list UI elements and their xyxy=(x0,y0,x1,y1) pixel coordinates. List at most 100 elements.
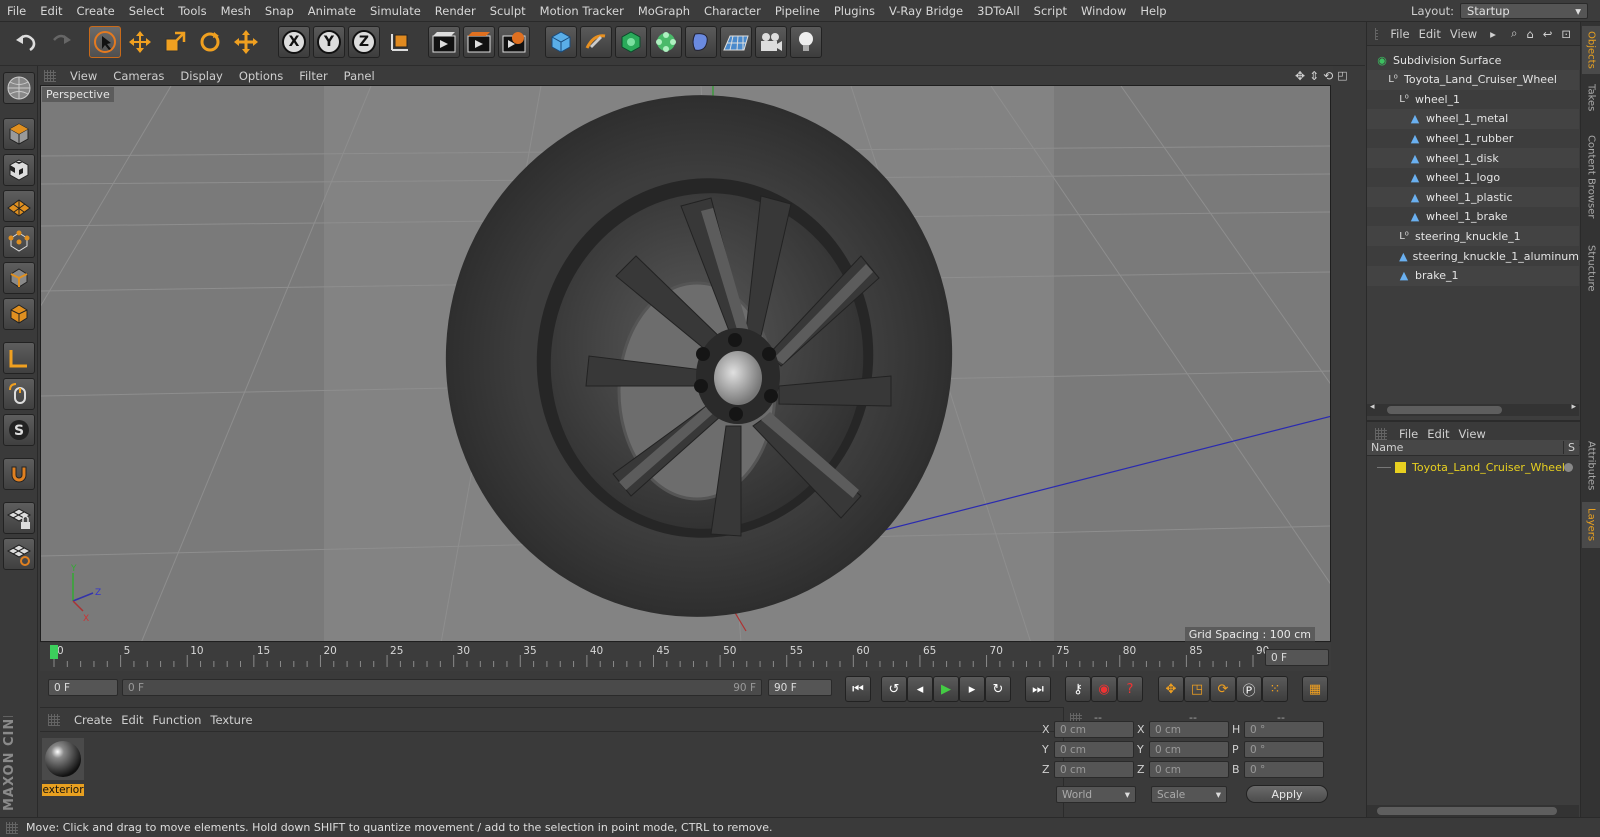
coord-value-field[interactable]: 0 ° xyxy=(1244,721,1324,738)
tree-item[interactable]: ▲ wheel_1_disk xyxy=(1367,148,1579,168)
render-settings-button[interactable] xyxy=(498,26,530,58)
menu-sculpt[interactable]: Sculpt xyxy=(483,4,533,18)
menu-mesh[interactable]: Mesh xyxy=(214,4,258,18)
layer-row[interactable]: Toyota_Land_Cruiser_Wheel xyxy=(1367,458,1579,476)
x-axis-button[interactable]: X xyxy=(278,26,310,58)
material-menu-create[interactable]: Create xyxy=(74,713,121,727)
tab-layers[interactable]: Layers xyxy=(1582,502,1600,548)
tab-objects[interactable]: Objects xyxy=(1582,26,1600,74)
menu-snap[interactable]: Snap xyxy=(258,4,301,18)
redo-button[interactable] xyxy=(45,26,77,58)
enable-axis-button[interactable] xyxy=(3,342,35,374)
menu-edit[interactable]: Edit xyxy=(33,4,69,18)
camera-button[interactable] xyxy=(755,26,787,58)
goto-start-button[interactable]: ⏮ xyxy=(845,676,871,702)
scroll-right-icon[interactable]: ▸ xyxy=(1571,402,1576,412)
coord-value-field[interactable]: 0 cm xyxy=(1054,741,1134,758)
tree-item[interactable]: ▲ wheel_1_brake xyxy=(1367,207,1579,227)
frame-range-slider[interactable]: 0 F 90 F xyxy=(122,679,762,696)
subdivision-button[interactable] xyxy=(615,26,647,58)
viewport-menu-options[interactable]: Options xyxy=(231,69,291,83)
viewport-menu-view[interactable]: View xyxy=(62,69,105,83)
coord-value-field[interactable]: 0 cm xyxy=(1149,721,1229,738)
tree-item[interactable]: ▲ brake_1 xyxy=(1367,265,1579,286)
play-button[interactable]: ▶ xyxy=(933,676,959,702)
material-swatch[interactable]: exterior xyxy=(42,738,84,796)
layer-menu-edit[interactable]: Edit xyxy=(1427,427,1458,441)
move-plus-button[interactable] xyxy=(230,26,262,58)
add-cube-button[interactable] xyxy=(545,26,577,58)
layer-hscrollbar[interactable] xyxy=(1367,805,1579,817)
material-menu-texture[interactable]: Texture xyxy=(210,713,261,727)
model-mode-button[interactable] xyxy=(3,118,35,150)
menu-motion-tracker[interactable]: Motion Tracker xyxy=(533,4,631,18)
texture-mode-button[interactable] xyxy=(3,72,35,104)
timeline-ruler[interactable]: 0 5 10 15 20 25 30 35 40 45 50 55 60 65 70 75 80 85 90 0 F xyxy=(40,643,1331,671)
viewport-menu-filter[interactable]: Filter xyxy=(291,69,335,83)
home-icon[interactable]: ⌂ xyxy=(1526,27,1542,41)
menu-file[interactable]: File xyxy=(0,4,33,18)
coord-space-select[interactable]: World ▾ xyxy=(1056,786,1136,803)
coord-value-field[interactable]: 0 cm xyxy=(1149,741,1229,758)
layer-menu-file[interactable]: File xyxy=(1399,427,1427,441)
undo-button[interactable] xyxy=(10,26,42,58)
tree-item[interactable]: L⁰ steering_knuckle_1 xyxy=(1367,226,1579,247)
rotate-button[interactable] xyxy=(194,26,226,58)
key-pla-button[interactable]: ⁙ xyxy=(1262,676,1288,702)
viewport-menu-panel[interactable]: Panel xyxy=(336,69,383,83)
tree-item[interactable]: ▲ steering_knuckle_1_aluminum xyxy=(1367,246,1579,266)
scale-button[interactable] xyxy=(159,26,191,58)
next-frame-button[interactable]: ▸ xyxy=(959,676,985,702)
menu-simulate[interactable]: Simulate xyxy=(363,4,428,18)
tree-item[interactable]: L⁰ Toyota_Land_Cruiser_Wheel xyxy=(1367,69,1579,90)
layer-menu-view[interactable]: View xyxy=(1459,427,1495,441)
live-selection-button[interactable] xyxy=(89,26,121,58)
perspective-viewport[interactable]: Y Z X xyxy=(40,85,1331,642)
texture-axis-button[interactable] xyxy=(3,154,35,186)
tab-content-browser[interactable]: Content Browser xyxy=(1582,122,1600,232)
menu-tools[interactable]: Tools xyxy=(171,4,213,18)
key-scale-button[interactable]: ◳ xyxy=(1184,676,1210,702)
polygons-mode-button[interactable] xyxy=(3,298,35,330)
y-axis-button[interactable]: Y xyxy=(313,26,345,58)
mograph-button[interactable] xyxy=(650,26,682,58)
key-position-button[interactable]: ✥ xyxy=(1158,676,1184,702)
menu-create[interactable]: Create xyxy=(70,4,122,18)
scroll-thumb[interactable] xyxy=(1387,406,1502,414)
tree-item[interactable]: ▲ wheel_1_metal xyxy=(1367,108,1579,129)
tree-item[interactable]: ▲ wheel_1_rubber xyxy=(1367,128,1579,148)
light-button[interactable] xyxy=(790,26,822,58)
edges-mode-button[interactable] xyxy=(3,262,35,294)
layer-solo-dot[interactable] xyxy=(1564,462,1573,472)
material-menu-function[interactable]: Function xyxy=(153,713,211,727)
menu-window[interactable]: Window xyxy=(1074,4,1133,18)
picture-viewer-button[interactable] xyxy=(463,26,495,58)
menu-plugins[interactable]: Plugins xyxy=(827,4,882,18)
apply-button[interactable]: Apply xyxy=(1246,785,1328,803)
menu-select[interactable]: Select xyxy=(122,4,171,18)
new-window-icon[interactable]: ⊡ xyxy=(1561,27,1580,41)
snap-button[interactable] xyxy=(3,458,35,490)
start-frame-field[interactable]: 0 F xyxy=(48,679,118,696)
pan-icon[interactable]: ✥ xyxy=(1295,69,1305,83)
coordinate-system-button[interactable] xyxy=(384,26,416,58)
layer-color-swatch[interactable] xyxy=(1395,461,1406,473)
key-rotation-button[interactable]: ⟳ xyxy=(1210,676,1236,702)
menu-script[interactable]: Script xyxy=(1027,4,1074,18)
orbit-icon[interactable]: ⟲ xyxy=(1323,69,1333,83)
timeline-window-button[interactable]: ▦ xyxy=(1302,676,1328,702)
menu-v-ray-bridge[interactable]: V-Ray Bridge xyxy=(882,4,970,18)
key-param-button[interactable]: Ⓟ xyxy=(1236,676,1262,702)
viewport-menu-cameras[interactable]: Cameras xyxy=(105,69,172,83)
coord-value-field[interactable]: 0 ° xyxy=(1244,761,1324,778)
menu-3dtoall[interactable]: 3DToAll xyxy=(970,4,1027,18)
object-menu-edit[interactable]: Edit xyxy=(1419,27,1450,41)
solo-button[interactable]: S xyxy=(3,414,35,446)
pen-tool-button[interactable] xyxy=(580,26,612,58)
goto-next-key-button[interactable]: ↻ xyxy=(985,676,1011,702)
viewport-menu-display[interactable]: Display xyxy=(172,69,230,83)
object-hscrollbar[interactable]: ◂ ▸ xyxy=(1367,402,1579,416)
floor-button[interactable] xyxy=(720,26,752,58)
z-axis-button[interactable]: Z xyxy=(348,26,380,58)
more-arrow-icon[interactable]: ▸ xyxy=(1490,27,1505,41)
